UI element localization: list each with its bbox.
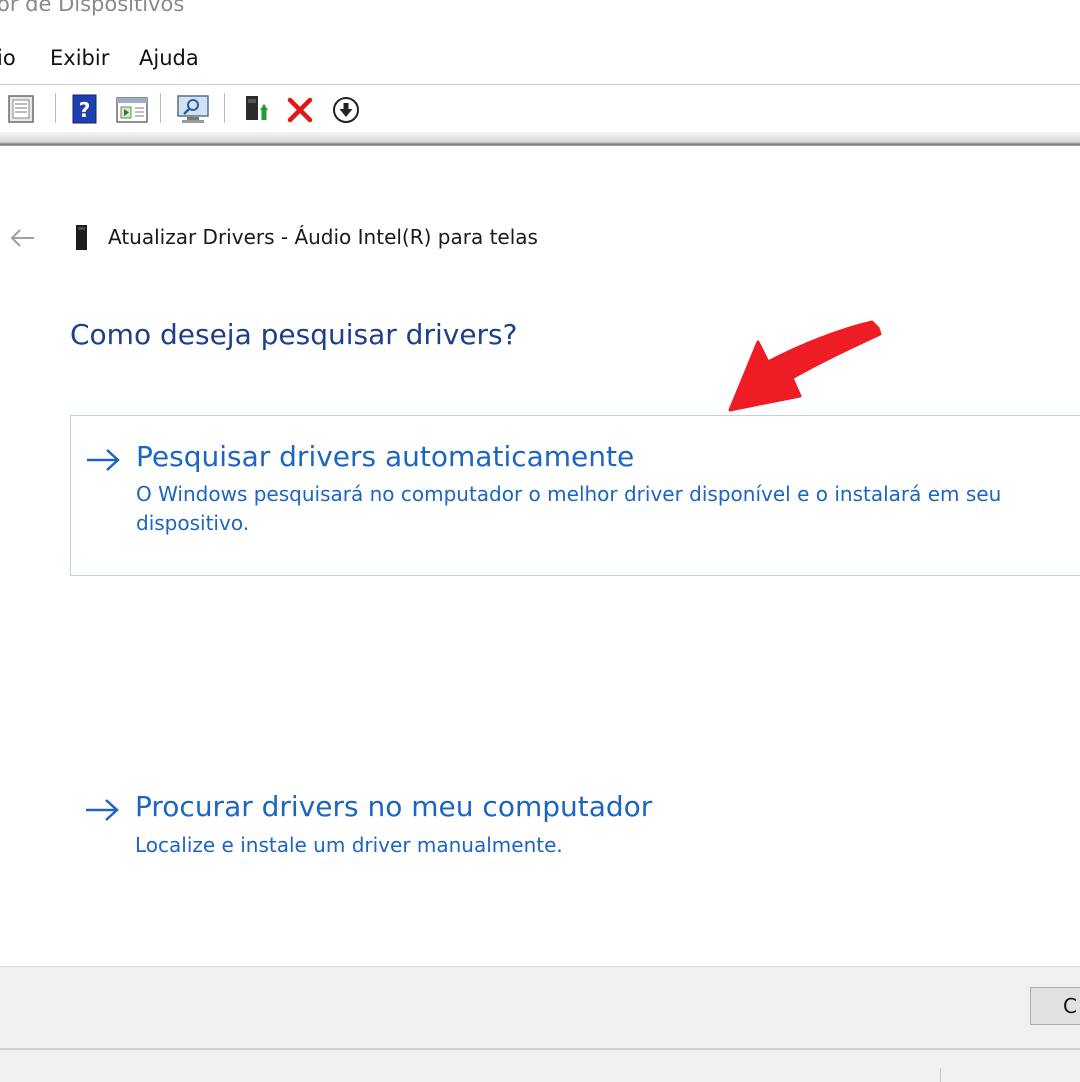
window-title: or de Dispositivos [0,0,185,16]
annotation-arrow-icon [700,310,900,420]
audio-device-icon [75,224,89,252]
window-title-bar: or de Dispositivos [0,0,1080,28]
dialog-header: Atualizar Drivers - Áudio Intel(R) para … [0,215,1080,263]
search-automatically-option[interactable]: Pesquisar drivers automaticamente O Wind… [70,415,1080,576]
dialog-question: Como deseja pesquisar drivers? [70,318,518,351]
menu-ajuda[interactable]: Ajuda [139,46,199,70]
svg-text:?: ? [79,98,91,122]
arrow-right-icon [84,798,120,822]
menu-exibir[interactable]: Exibir [50,46,109,70]
update-driver-icon[interactable] [242,92,272,126]
menu-action[interactable]: io [0,46,16,70]
disable-device-icon[interactable] [330,92,360,126]
toolbar-separator [160,93,161,123]
toolbar-separator [224,93,225,123]
toolbar-divider [0,132,1080,146]
scan-hardware-icon[interactable] [176,92,209,126]
uninstall-icon[interactable] [285,92,315,126]
dialog-title: Atualizar Drivers - Áudio Intel(R) para … [108,225,538,249]
option-description: O Windows pesquisará no computador o mel… [136,482,1002,535]
cancel-button[interactable]: C [1030,987,1080,1025]
back-arrow-icon[interactable] [8,223,38,253]
arrow-right-icon [85,448,121,472]
option-title: Procurar drivers no meu computador [135,790,653,823]
status-bar [0,1048,1080,1082]
help-icon[interactable]: ? [70,92,100,126]
view-icon[interactable] [115,92,148,126]
properties-icon[interactable] [6,92,36,126]
option-title: Pesquisar drivers automaticamente [136,440,635,473]
toolbar: ? [0,84,1080,133]
dialog-footer: C [0,966,1080,1049]
option-description: Localize e instale um driver manualmente… [135,833,563,857]
browse-my-computer-option[interactable]: Procurar drivers no meu computador Local… [70,770,1080,880]
menu-bar: io Exibir Ajuda [0,40,1080,80]
toolbar-separator [55,93,56,123]
